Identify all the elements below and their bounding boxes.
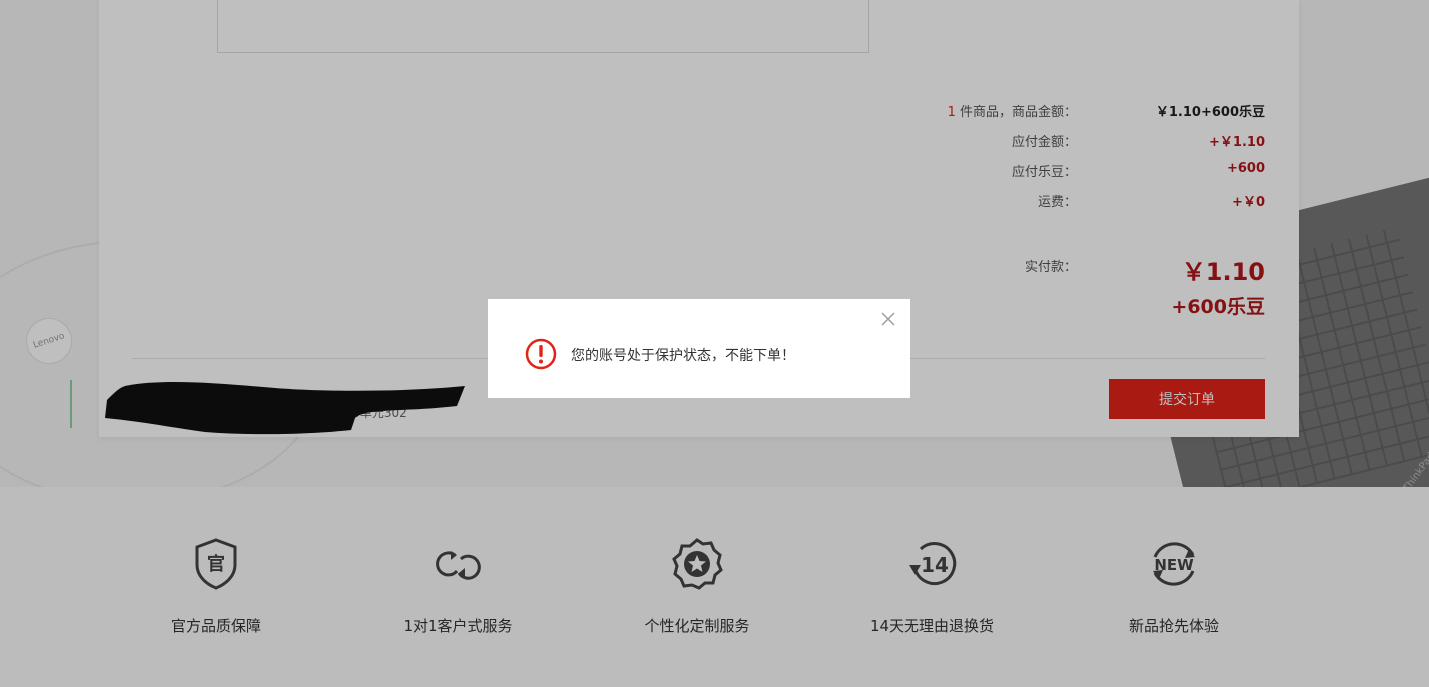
close-icon[interactable] [880, 311, 896, 327]
order-confirm-page: Lenovo ThinkPad 1 件商品，商品金额： ￥1.10+600乐豆 … [0, 0, 1429, 687]
account-protected-dialog: 您的账号处于保护状态，不能下单！ [488, 299, 910, 398]
warning-icon [525, 338, 557, 370]
dialog-message: 您的账号处于保护状态，不能下单！ [571, 348, 795, 364]
